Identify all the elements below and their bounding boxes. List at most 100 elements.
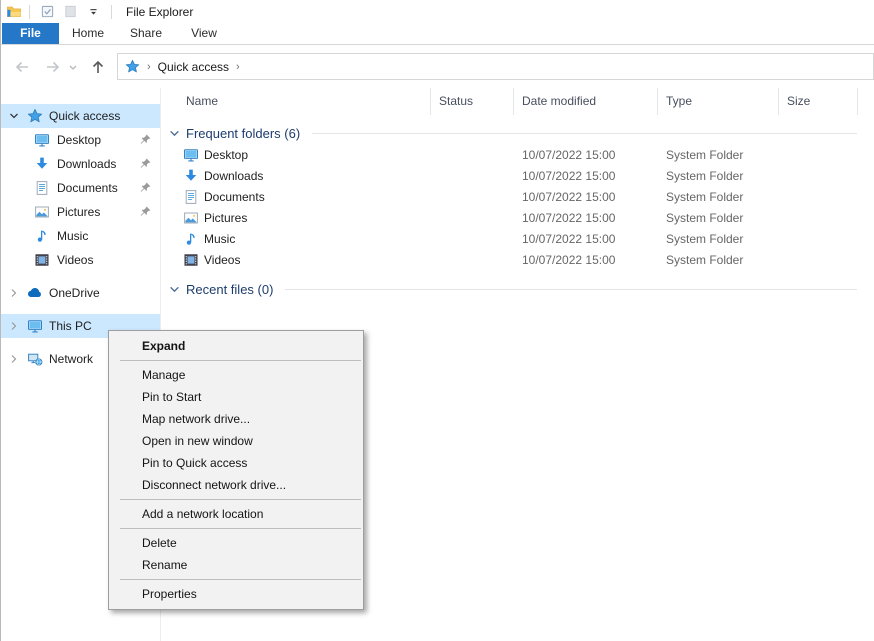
qat-properties-button[interactable] bbox=[39, 4, 56, 20]
tab-file[interactable]: File bbox=[2, 23, 59, 44]
file-type: System Folder bbox=[666, 145, 743, 166]
chevron-right-icon[interactable] bbox=[9, 321, 19, 331]
menu-item-open-in-new-window[interactable]: Open in new window bbox=[109, 430, 363, 452]
menu-item-delete[interactable]: Delete bbox=[109, 532, 363, 554]
window-title: File Explorer bbox=[126, 5, 193, 19]
menu-item-properties[interactable]: Properties bbox=[109, 583, 363, 605]
column-header-type[interactable]: Type bbox=[658, 88, 779, 115]
file-explorer-window: File Explorer File Home Share View › Qui… bbox=[0, 0, 874, 641]
context-menu: Expand Manage Pin to Start Map network d… bbox=[108, 330, 364, 610]
chevron-down-icon bbox=[68, 63, 78, 73]
sidebar-item-label: Pictures bbox=[57, 200, 100, 224]
group-header-rule bbox=[312, 133, 857, 134]
group-header-rule bbox=[285, 289, 857, 290]
chevron-right-icon[interactable] bbox=[9, 354, 19, 364]
menu-item-manage[interactable]: Manage bbox=[109, 364, 363, 386]
file-name: Videos bbox=[204, 250, 240, 271]
menu-item-disconnect-network-drive[interactable]: Disconnect network drive... bbox=[109, 474, 363, 496]
music-note-icon bbox=[34, 228, 50, 244]
sidebar-item-label: Downloads bbox=[57, 152, 116, 176]
file-type: System Folder bbox=[666, 187, 743, 208]
breadcrumb-location[interactable]: Quick access bbox=[158, 60, 229, 74]
menu-item-expand[interactable]: Expand bbox=[109, 335, 363, 357]
pictures-icon bbox=[183, 210, 199, 226]
file-row-documents[interactable]: Documents 10/07/2022 15:00 System Folder bbox=[161, 187, 874, 208]
sidebar-item-documents[interactable]: Documents bbox=[1, 176, 160, 200]
toolbar-separator bbox=[111, 5, 112, 19]
sidebar-item-pictures[interactable]: Pictures bbox=[1, 200, 160, 224]
sidebar-item-onedrive[interactable]: OneDrive bbox=[1, 281, 160, 305]
videos-film-icon bbox=[183, 252, 199, 268]
back-arrow-icon bbox=[12, 57, 32, 77]
tab-home[interactable]: Home bbox=[59, 23, 117, 44]
file-row-music[interactable]: Music 10/07/2022 15:00 System Folder bbox=[161, 229, 874, 250]
tab-view[interactable]: View bbox=[175, 23, 233, 44]
file-row-desktop[interactable]: Desktop 10/07/2022 15:00 System Folder bbox=[161, 145, 874, 166]
sidebar-item-label: Videos bbox=[57, 248, 93, 272]
up-button[interactable] bbox=[88, 57, 108, 77]
back-button[interactable] bbox=[12, 57, 32, 77]
recent-locations-button[interactable] bbox=[68, 62, 78, 72]
navigation-toolbar: › Quick access › bbox=[1, 45, 874, 88]
chevron-down-icon[interactable] bbox=[9, 111, 19, 121]
pin-icon bbox=[139, 205, 152, 218]
address-bar[interactable]: › Quick access › bbox=[117, 53, 874, 80]
column-header-date-modified[interactable]: Date modified bbox=[514, 88, 658, 115]
file-name: Downloads bbox=[204, 166, 263, 187]
new-folder-icon bbox=[63, 4, 78, 19]
up-arrow-icon bbox=[88, 57, 108, 77]
file-date-modified: 10/07/2022 15:00 bbox=[522, 250, 615, 271]
pin-icon bbox=[139, 133, 152, 146]
column-header-size[interactable]: Size bbox=[779, 88, 858, 115]
menu-item-pin-to-start[interactable]: Pin to Start bbox=[109, 386, 363, 408]
column-header-status[interactable]: Status bbox=[431, 88, 514, 115]
sidebar-item-music[interactable]: Music bbox=[1, 224, 160, 248]
sidebar-item-desktop[interactable]: Desktop bbox=[1, 128, 160, 152]
file-explorer-app-icon bbox=[5, 4, 23, 19]
pin-icon bbox=[139, 181, 152, 194]
file-date-modified: 10/07/2022 15:00 bbox=[522, 229, 615, 250]
sidebar-item-videos[interactable]: Videos bbox=[1, 248, 160, 272]
music-note-icon bbox=[183, 231, 199, 247]
onedrive-cloud-icon bbox=[27, 285, 43, 301]
forward-button[interactable] bbox=[43, 57, 63, 77]
file-row-downloads[interactable]: Downloads 10/07/2022 15:00 System Folder bbox=[161, 166, 874, 187]
qat-new-folder-button[interactable] bbox=[62, 4, 79, 20]
file-name: Pictures bbox=[204, 208, 247, 229]
file-row-pictures[interactable]: Pictures 10/07/2022 15:00 System Folder bbox=[161, 208, 874, 229]
menu-item-rename[interactable]: Rename bbox=[109, 554, 363, 576]
sidebar-item-label: Music bbox=[57, 224, 88, 248]
menu-item-map-network-drive[interactable]: Map network drive... bbox=[109, 408, 363, 430]
sidebar-item-label: Desktop bbox=[57, 128, 101, 152]
breadcrumb-chevron-icon[interactable]: › bbox=[229, 61, 247, 73]
file-date-modified: 10/07/2022 15:00 bbox=[522, 145, 615, 166]
group-header-frequent-folders[interactable]: Frequent folders (6) bbox=[169, 125, 874, 141]
desktop-monitor-icon bbox=[34, 132, 50, 148]
menu-item-pin-to-quick-access[interactable]: Pin to Quick access bbox=[109, 452, 363, 474]
customize-quick-access-toolbar-button[interactable] bbox=[85, 4, 102, 20]
menu-item-add-network-location[interactable]: Add a network location bbox=[109, 503, 363, 525]
sidebar-item-downloads[interactable]: Downloads bbox=[1, 152, 160, 176]
group-header-label: Recent files (0) bbox=[186, 282, 273, 297]
file-date-modified: 10/07/2022 15:00 bbox=[522, 187, 615, 208]
file-type: System Folder bbox=[666, 166, 743, 187]
tab-share[interactable]: Share bbox=[117, 23, 175, 44]
title-bar: File Explorer bbox=[1, 0, 874, 23]
menu-separator bbox=[120, 360, 361, 361]
file-row-videos[interactable]: Videos 10/07/2022 15:00 System Folder bbox=[161, 250, 874, 271]
ribbon-tab-bar: File Home Share View bbox=[1, 23, 874, 45]
group-header-label: Frequent folders (6) bbox=[186, 126, 300, 141]
chevron-down-icon[interactable] bbox=[169, 128, 180, 139]
sidebar-item-quick-access[interactable]: Quick access bbox=[1, 104, 160, 128]
sidebar-item-label: Quick access bbox=[49, 104, 120, 128]
column-header-name[interactable]: Name bbox=[161, 88, 431, 115]
this-pc-monitor-icon bbox=[27, 318, 43, 334]
file-type: System Folder bbox=[666, 229, 743, 250]
file-date-modified: 10/07/2022 15:00 bbox=[522, 166, 615, 187]
pin-icon bbox=[139, 157, 152, 170]
breadcrumb-chevron-icon[interactable]: › bbox=[140, 61, 158, 73]
file-name: Documents bbox=[204, 187, 265, 208]
group-header-recent-files[interactable]: Recent files (0) bbox=[169, 281, 874, 297]
chevron-right-icon[interactable] bbox=[9, 288, 19, 298]
chevron-down-icon[interactable] bbox=[169, 284, 180, 295]
